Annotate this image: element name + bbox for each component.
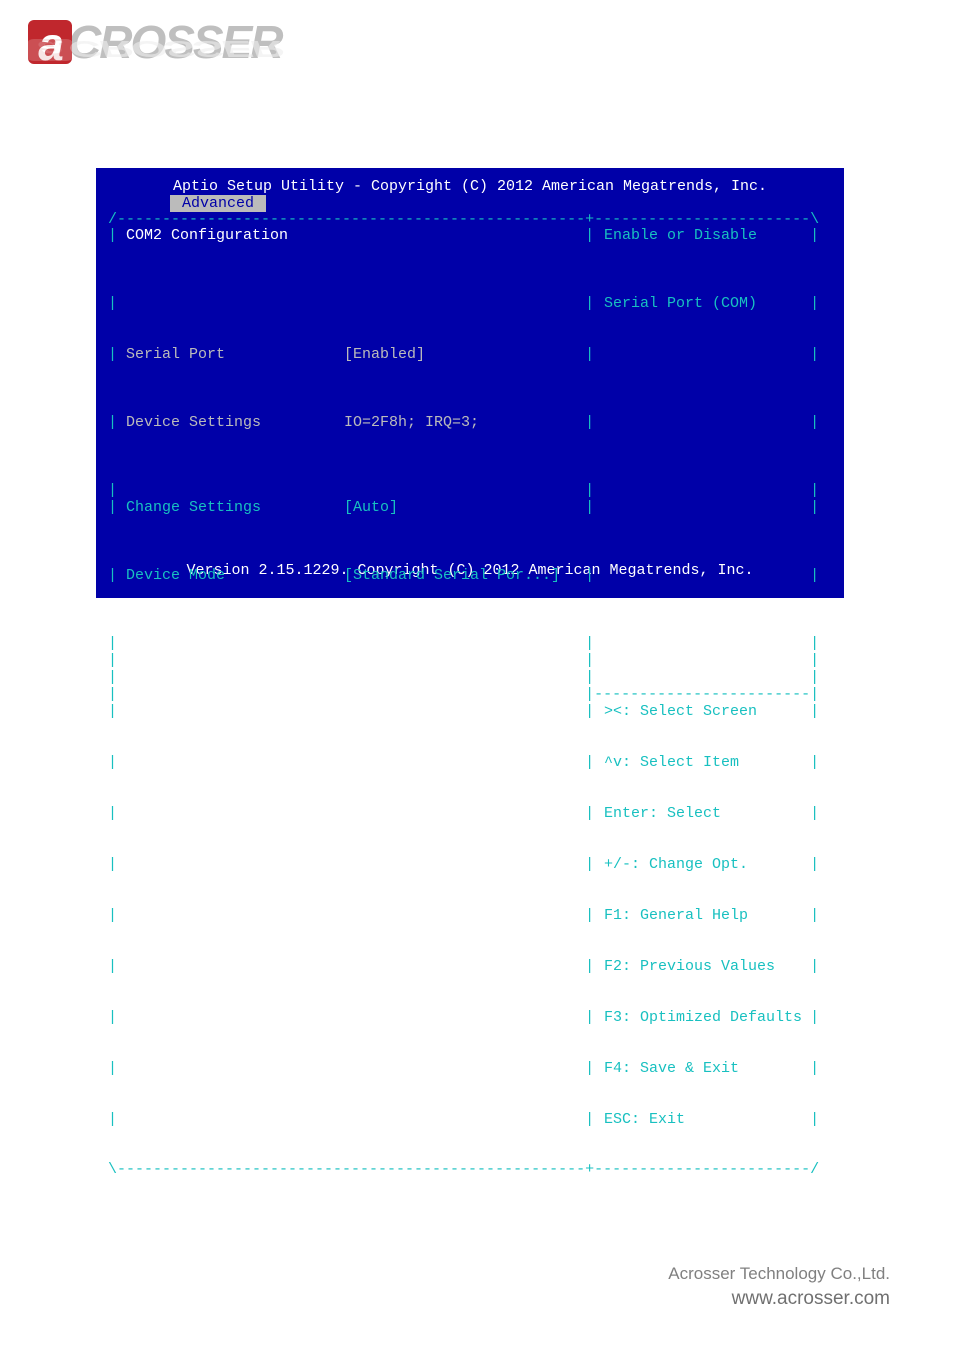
row-key-6: | | | F3: Optimized Defaults (104, 1009, 836, 1060)
bios-body: /---------------------------------------… (104, 212, 836, 558)
frame-bottom: \---------------------------------------… (104, 1162, 836, 1177)
key-5: F2: Previous Values (604, 958, 775, 975)
row-key-2: | | | Enter: Select (104, 805, 836, 856)
logo: aCROSSER aCROSSER (28, 18, 308, 105)
logo-reflection: aCROSSER (28, 39, 308, 61)
row-item-1[interactable]: | | | Device Settings IO=2F8h; IRQ=3; (104, 414, 836, 482)
row-section-title: | | | COM2 Configuration Enable or Disab… (104, 227, 836, 295)
key-4: F1: General Help (604, 907, 748, 924)
key-1: ^v: Select Item (604, 754, 739, 771)
footer-company: Acrosser Technology Co.,Ltd. (668, 1264, 890, 1284)
key-3: +/-: Change Opt. (604, 856, 748, 873)
section-title: COM2 Configuration (126, 227, 288, 244)
item-3-label: Change Settings (126, 499, 261, 516)
row-key-0: | | | ><: Select Screen (104, 703, 836, 754)
key-7: F4: Save & Exit (604, 1060, 739, 1077)
key-6: F3: Optimized Defaults (604, 1009, 802, 1026)
row-item-0[interactable]: | | | Serial Port [Enabled] (104, 346, 836, 414)
row-key-1: | | | ^v: Select Item (104, 754, 836, 805)
row-key-8: | | | ESC: Exit (104, 1111, 836, 1162)
item-0-value: [Enabled] (344, 346, 425, 363)
row-item-4[interactable]: | | | Device Mode [Standard Serial Por..… (104, 567, 836, 635)
row-key-3: | | | +/-: Change Opt. (104, 856, 836, 907)
help-line2: Serial Port (COM) (604, 295, 757, 312)
key-2: Enter: Select (604, 805, 721, 822)
bios-tab-advanced[interactable]: Advanced (170, 195, 266, 212)
bios-tab-row: Advanced (98, 195, 842, 212)
row-key-4: | | | F1: General Help (104, 907, 836, 958)
row-blank4: | | | (104, 669, 836, 686)
help-line1: Enable or Disable (604, 227, 757, 244)
row-blank3: | | | (104, 652, 836, 669)
item-0-label: Serial Port (126, 346, 225, 363)
row-blank2: | | | (104, 635, 836, 652)
row-item-2: | | | (104, 482, 836, 499)
page-footer: Acrosser Technology Co.,Ltd. www.acrosse… (668, 1264, 890, 1310)
item-1-label: Device Settings (126, 414, 261, 431)
item-4-value: [Standard Serial Por...] (344, 567, 560, 584)
row-key-5: | | | F2: Previous Values (104, 958, 836, 1009)
row-item-3[interactable]: | | | Change Settings [Auto] (104, 499, 836, 567)
key-0: ><: Select Screen (604, 703, 757, 720)
item-1-value: IO=2F8h; IRQ=3; (344, 414, 479, 431)
item-4-label: Device Mode (126, 567, 225, 584)
frame-top: /---------------------------------------… (104, 212, 836, 227)
row-sep: | |------------------------| (104, 686, 836, 703)
row-blank1: | | | Serial Port (COM) (104, 295, 836, 346)
key-8: ESC: Exit (604, 1111, 685, 1128)
footer-url: www.acrosser.com (668, 1288, 890, 1310)
bios-title: Aptio Setup Utility - Copyright (C) 2012… (98, 170, 842, 195)
item-3-value: [Auto] (344, 499, 398, 516)
bios-screenshot: Aptio Setup Utility - Copyright (C) 2012… (96, 168, 844, 598)
row-key-7: | | | F4: Save & Exit (104, 1060, 836, 1111)
